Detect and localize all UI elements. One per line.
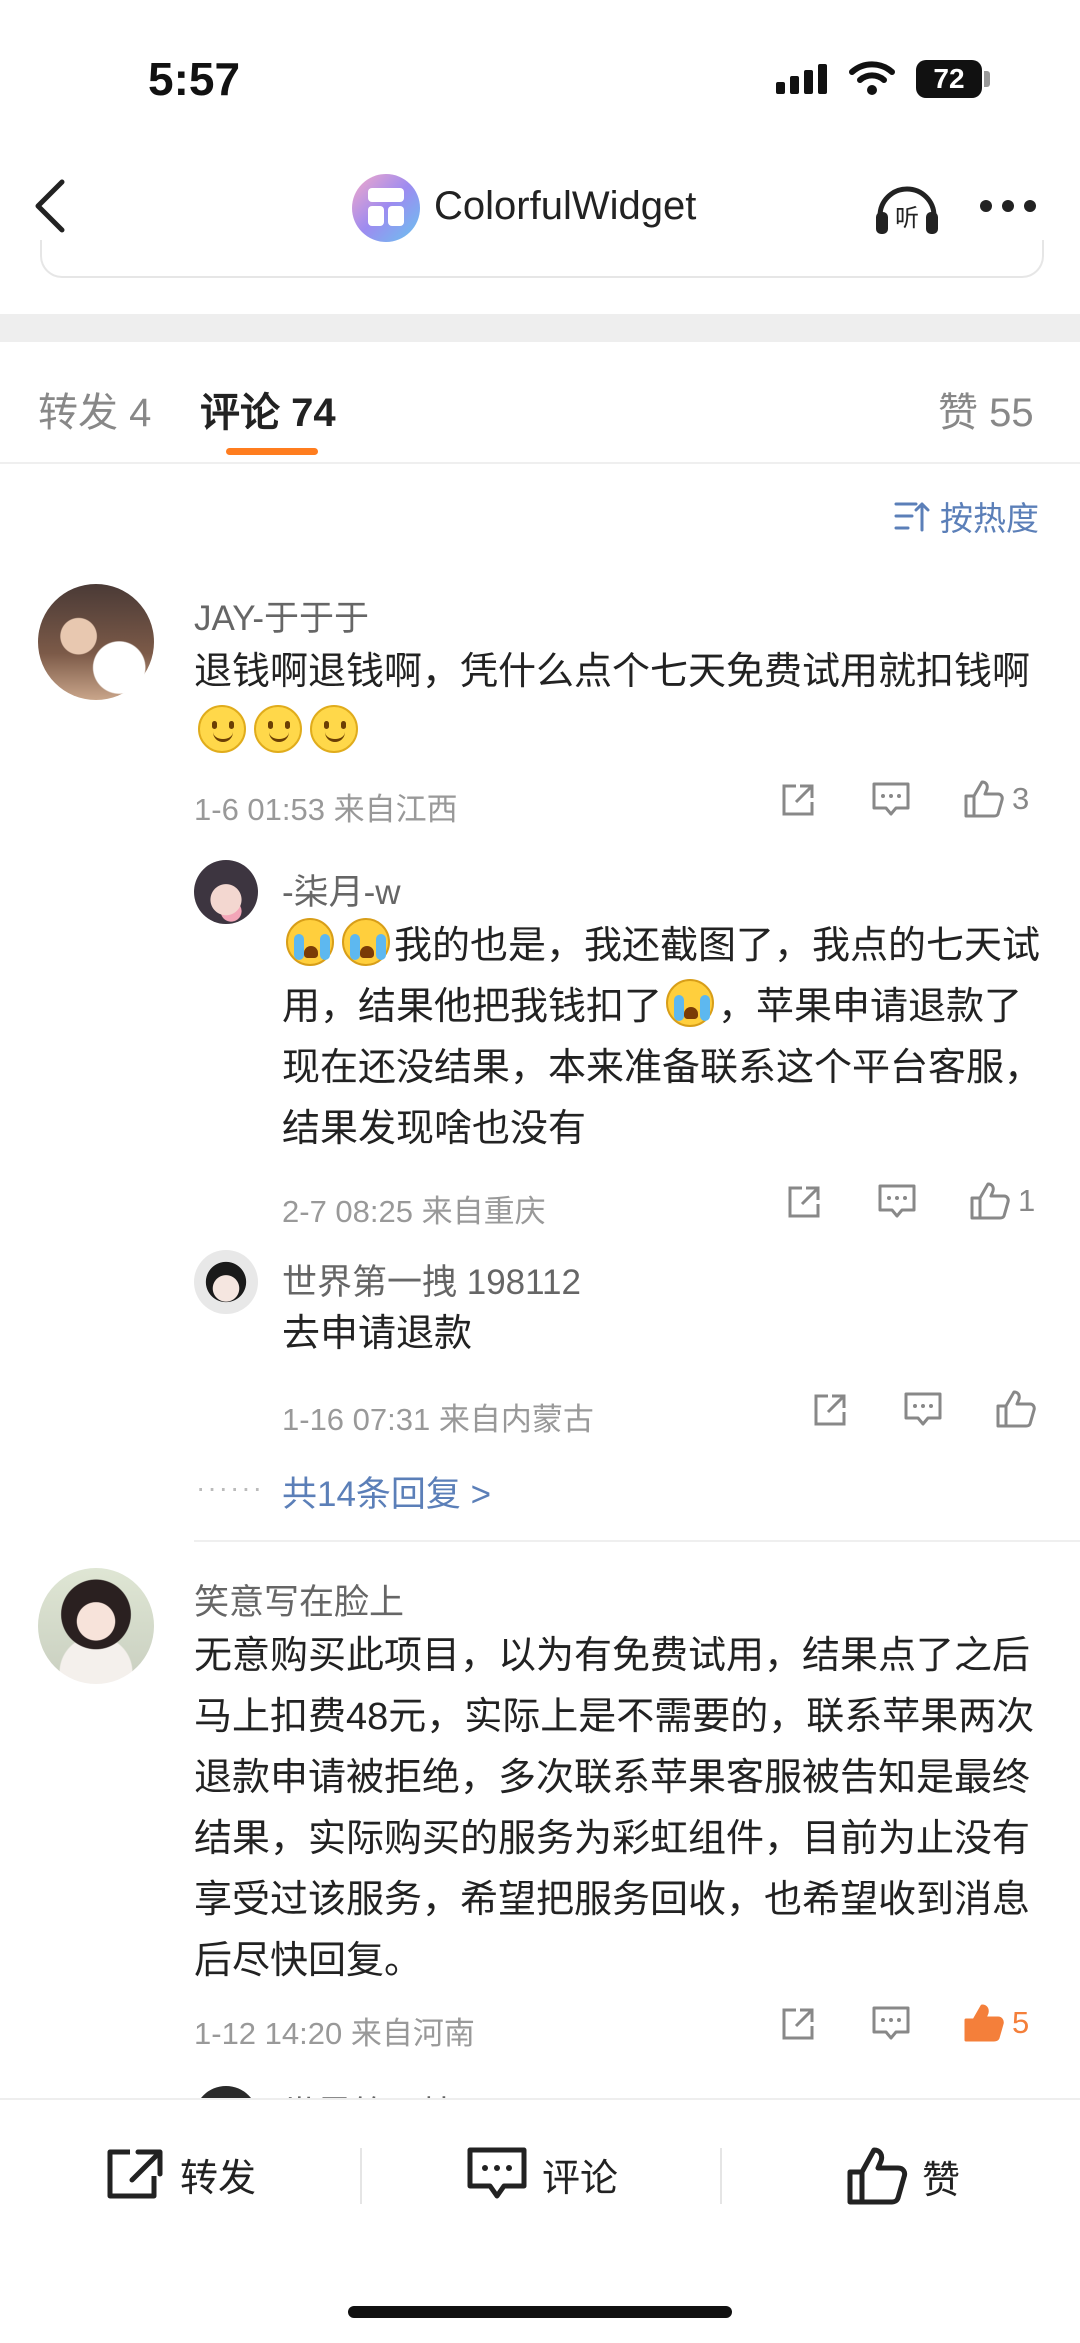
- crying-emoji-icon: [342, 918, 390, 966]
- like-label: 赞: [922, 2159, 961, 2202]
- repost-button[interactable]: 转发: [104, 2146, 256, 2202]
- share-icon[interactable]: [784, 1182, 824, 1222]
- share-icon[interactable]: [778, 780, 818, 820]
- reply-author[interactable]: -柒月-w: [282, 864, 401, 915]
- avatar[interactable]: [38, 584, 154, 700]
- crying-emoji-icon: [666, 979, 715, 1027]
- repost-label: 转发: [180, 2157, 257, 2200]
- battery-icon: 72: [916, 60, 982, 98]
- active-tab-indicator: [226, 448, 318, 455]
- like-button[interactable]: [994, 1388, 1044, 1430]
- smile-emoji-icon: [310, 705, 358, 753]
- reply-icon[interactable]: [870, 2004, 912, 2044]
- status-time: 5:57: [148, 53, 241, 105]
- home-indicator[interactable]: [348, 2306, 732, 2318]
- tab-likes[interactable]: 赞 55: [938, 380, 1034, 438]
- like-post-button[interactable]: 赞: [846, 2146, 960, 2206]
- like-count: 3: [1012, 781, 1030, 816]
- more-replies-dots: ······: [196, 1472, 264, 1503]
- share-icon[interactable]: [810, 1390, 850, 1430]
- bottom-bar-separator: [360, 2148, 362, 2204]
- reply-icon[interactable]: [870, 780, 912, 820]
- listen-headphones-icon[interactable]: 听: [872, 178, 942, 243]
- like-count: 5: [1012, 2005, 1030, 2040]
- tab-divider: [0, 462, 1080, 464]
- tab-comments[interactable]: 评论 74: [200, 380, 336, 438]
- thumbs-up-icon: [970, 1182, 1010, 1220]
- thumbs-up-icon: [964, 780, 1004, 818]
- comment-icon: [467, 2147, 527, 2199]
- bottom-bar-separator: [720, 2148, 722, 2204]
- reply-text: 去申请退款: [282, 1313, 473, 1355]
- battery-tip: [984, 71, 990, 87]
- app-logo-icon: [352, 174, 420, 242]
- reply-meta: 2-7 08:25 来自重庆: [282, 1194, 546, 1229]
- post-card-bottom-edge: [40, 240, 1044, 278]
- reply-icon[interactable]: [902, 1390, 944, 1430]
- avatar[interactable]: [38, 1568, 154, 1684]
- view-all-replies-link[interactable]: 共14条回复 >: [282, 1466, 491, 1517]
- listen-label: 听: [895, 204, 919, 232]
- comment-meta: 1-12 14:20 来自河南: [194, 2016, 475, 2051]
- reply-icon[interactable]: [876, 1182, 918, 1222]
- reply-author[interactable]: 世界第一拽 198112: [282, 1254, 581, 1305]
- section-separator: [0, 314, 1080, 342]
- sort-by-hot-button[interactable]: 按热度: [894, 492, 1039, 540]
- like-count: 1: [1018, 1183, 1036, 1218]
- share-icon[interactable]: [778, 2004, 818, 2044]
- comment-text: 退钱啊退钱啊，凭什么点个七天免费试用就扣钱啊: [194, 642, 1034, 764]
- crying-emoji-icon: [286, 918, 334, 966]
- thumbs-up-icon: [847, 2147, 908, 2205]
- sort-label: 按热度: [940, 500, 1039, 537]
- comment-button[interactable]: 评论: [466, 2146, 618, 2202]
- sort-icon: [894, 502, 930, 532]
- page-title[interactable]: ColorfulWidget: [434, 184, 696, 229]
- liked-button[interactable]: 5: [962, 2002, 1029, 2044]
- back-button[interactable]: [30, 178, 70, 239]
- comment-author[interactable]: JAY-于于于: [194, 590, 369, 641]
- avatar[interactable]: [194, 860, 258, 924]
- cellular-signal-icon: [776, 64, 827, 94]
- avatar[interactable]: [194, 1250, 258, 1314]
- comment-label: 评论: [542, 2157, 619, 2200]
- thumbs-up-filled-icon: [964, 2004, 1004, 2042]
- comment-divider: [194, 1540, 1080, 1542]
- smile-emoji-icon: [198, 705, 246, 753]
- reply-text: 我的也是，我还截图了，我点的七天试用，结果他把我钱扣了 ，苹果申请退款了现在还没结…: [282, 916, 1052, 1160]
- comment-meta: 1-6 01:53 来自江西: [194, 792, 458, 827]
- more-options-icon[interactable]: [980, 200, 1036, 212]
- thumbs-up-icon: [996, 1390, 1036, 1428]
- comment-text: 无意购买此项目，以为有免费试用，结果点了之后马上扣费48元，实际上是不需要的，联…: [194, 1635, 1035, 1982]
- comment-text-content: 退钱啊退钱啊，凭什么点个七天免费试用就扣钱啊: [194, 651, 1031, 693]
- smile-emoji-icon: [254, 705, 302, 753]
- tab-reposts[interactable]: 转发 4: [38, 380, 151, 438]
- comment-author[interactable]: 笑意写在脸上: [194, 1574, 404, 1625]
- wifi-icon: [848, 58, 896, 101]
- like-button[interactable]: 1: [968, 1180, 1035, 1222]
- repost-icon: [107, 2149, 163, 2199]
- reply-meta: 1-16 07:31 来自内蒙古: [282, 1402, 594, 1437]
- like-button[interactable]: 3: [962, 778, 1029, 820]
